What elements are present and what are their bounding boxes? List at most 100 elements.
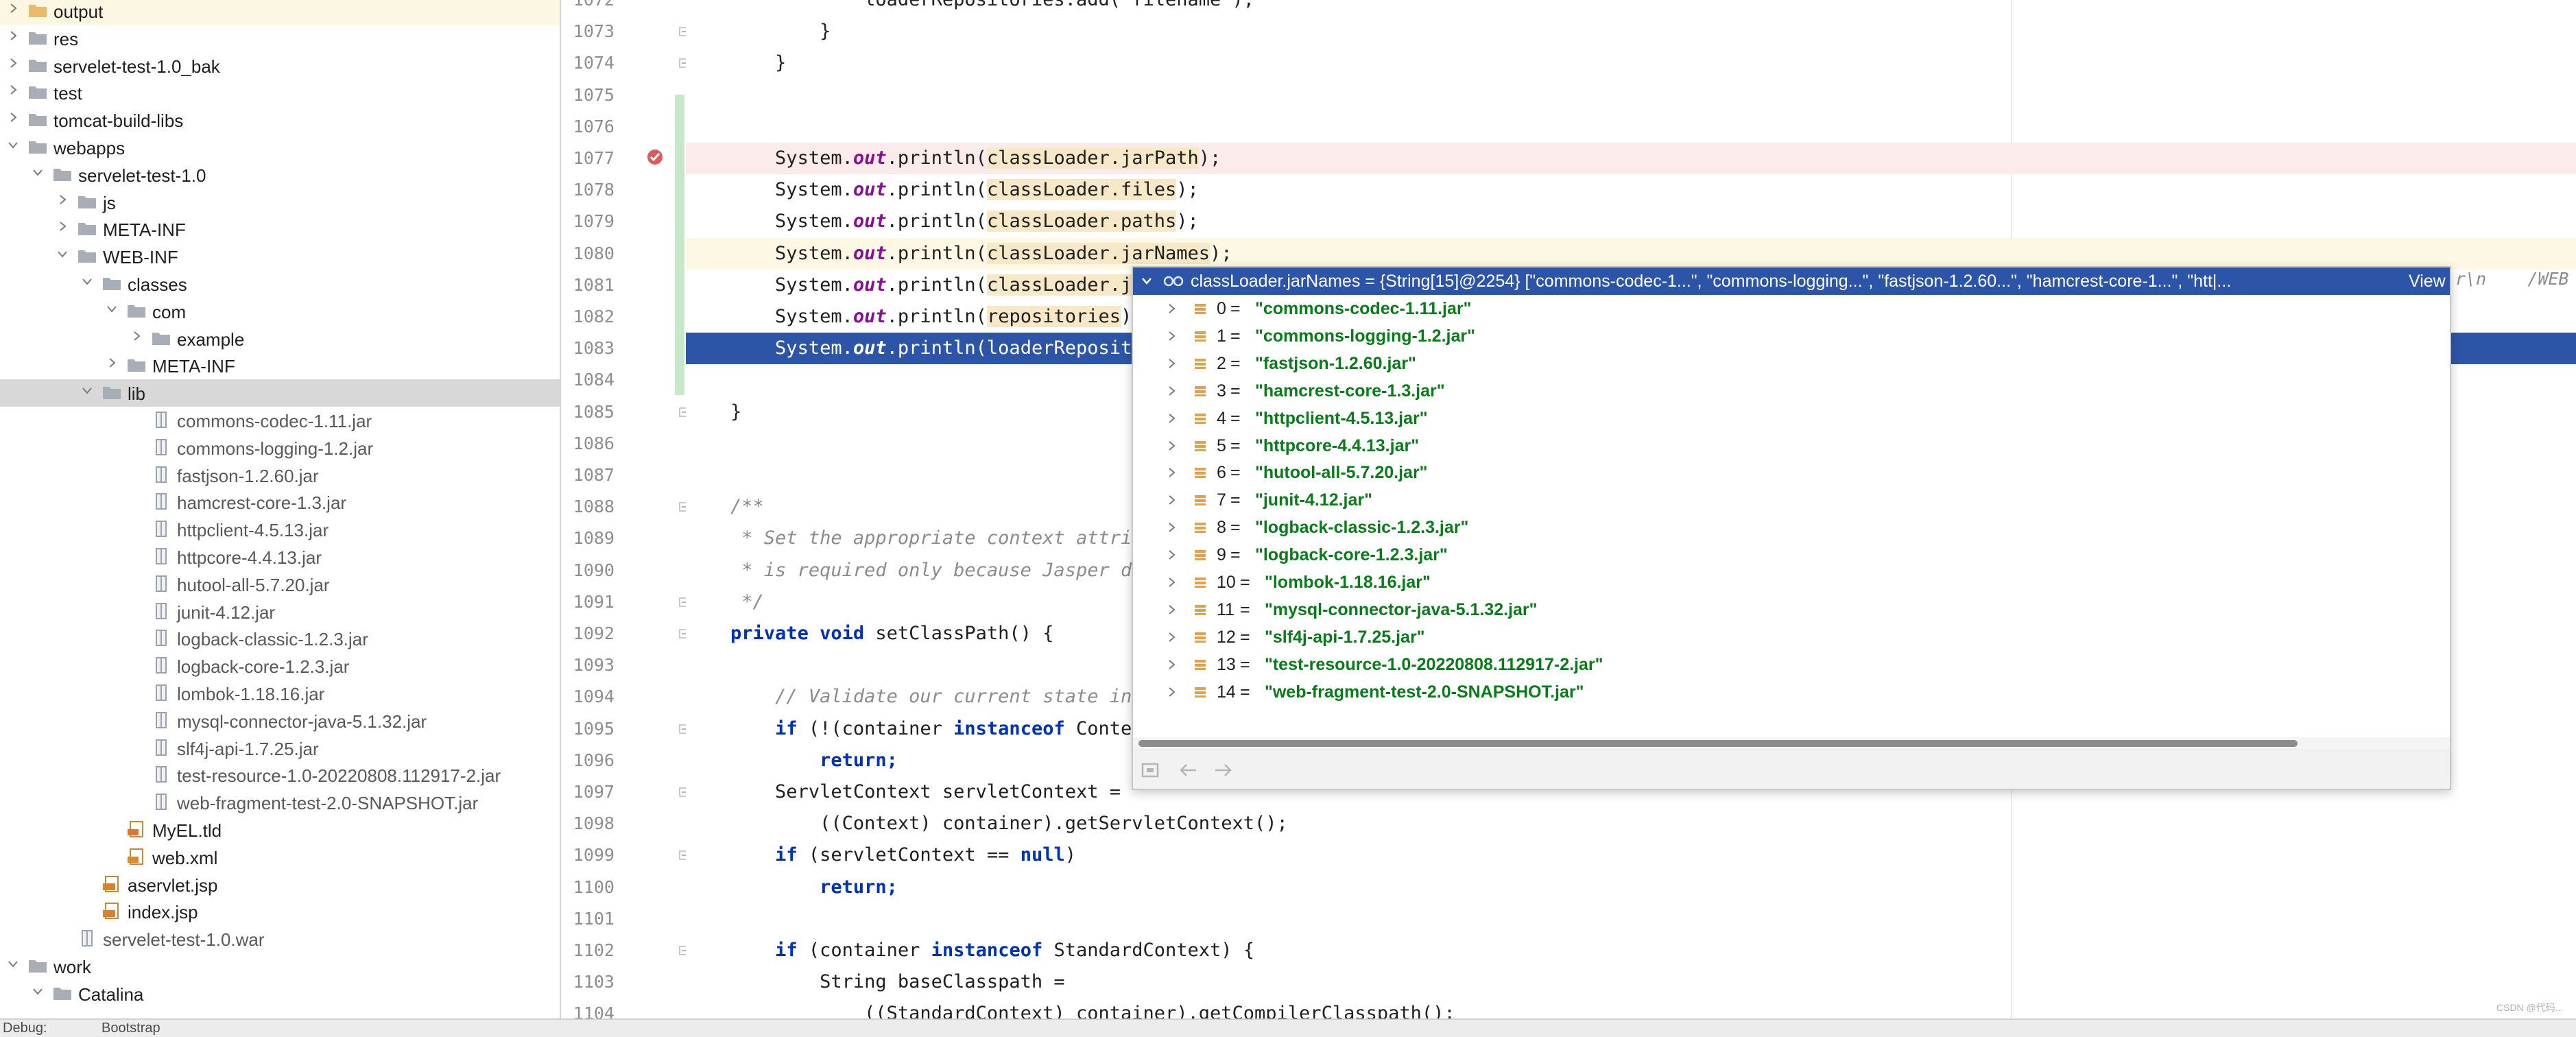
line-number[interactable]: 1095 bbox=[561, 713, 615, 745]
debug-value-popup[interactable]: classLoader.jarNames = {String[15]@2254}… bbox=[1132, 266, 2451, 790]
line-number[interactable]: 1089 bbox=[561, 523, 615, 554]
tree-item[interactable]: web-fragment-test-2.0-SNAPSHOT.jar bbox=[0, 789, 560, 816]
tree-item[interactable]: mysql-connector-java-5.1.32.jar bbox=[0, 707, 560, 735]
line-number[interactable]: 1072 bbox=[561, 0, 615, 16]
tree-item[interactable]: hutool-all-5.7.20.jar bbox=[0, 571, 560, 598]
tree-item[interactable]: commons-codec-1.11.jar bbox=[0, 407, 560, 434]
tree-item[interactable]: META-INF bbox=[0, 352, 560, 379]
array-element-row[interactable]: 11 = "mysql-connector-java-5.1.32.jar" bbox=[1133, 596, 2450, 623]
line-number[interactable]: 1077 bbox=[561, 143, 615, 174]
breakpoint-icon[interactable] bbox=[646, 148, 664, 166]
code-line[interactable]: System.out.println(classLoader.files); bbox=[686, 174, 2576, 206]
chevron-right-icon[interactable] bbox=[1167, 495, 1176, 505]
tree-item[interactable]: com bbox=[0, 298, 560, 325]
array-element-row[interactable]: 14 = "web-fragment-test-2.0-SNAPSHOT.jar… bbox=[1133, 678, 2450, 706]
line-number[interactable]: 1097 bbox=[561, 776, 615, 808]
code-line[interactable]: if (servletContext == null) bbox=[686, 839, 2576, 871]
tree-item[interactable]: lombok-1.18.16.jar bbox=[0, 680, 560, 707]
chevron-right-icon[interactable] bbox=[1167, 468, 1176, 478]
tree-item[interactable]: lib bbox=[0, 379, 560, 407]
code-line[interactable] bbox=[686, 903, 2576, 935]
line-number[interactable]: 1100 bbox=[561, 872, 615, 903]
chevron-right-icon[interactable] bbox=[8, 112, 18, 122]
chevron-right-icon[interactable] bbox=[8, 58, 18, 68]
array-element-row[interactable]: 13 = "test-resource-1.0-20220808.112917-… bbox=[1133, 651, 2450, 678]
line-number[interactable]: 1082 bbox=[561, 301, 615, 333]
chevron-right-icon[interactable] bbox=[8, 31, 18, 40]
chevron-right-icon[interactable] bbox=[1167, 577, 1176, 587]
line-number[interactable]: 1101 bbox=[561, 903, 615, 935]
line-number[interactable]: 1099 bbox=[561, 839, 615, 871]
breakpoint-line[interactable]: System.out.println(classLoader.jarPath); bbox=[686, 143, 2576, 174]
array-element-row[interactable]: 10 = "lombok-1.18.16.jar" bbox=[1133, 569, 2450, 596]
code-line[interactable]: ((Context) container).getServletContext(… bbox=[686, 808, 2576, 839]
array-element-row[interactable]: 9 = "logback-core-1.2.3.jar" bbox=[1133, 541, 2450, 569]
debug-label[interactable]: Debug: bbox=[3, 1021, 47, 1036]
line-number[interactable]: 1076 bbox=[561, 111, 615, 143]
line-number[interactable]: 1079 bbox=[561, 206, 615, 237]
tree-item[interactable]: test-resource-1.0-20220808.112917-2.jar bbox=[0, 761, 560, 789]
tree-item[interactable]: WEB-INF bbox=[0, 243, 560, 270]
code-line[interactable]: return; bbox=[686, 872, 2576, 903]
tree-item[interactable]: META-INF bbox=[0, 215, 560, 243]
chevron-right-icon[interactable] bbox=[1167, 359, 1176, 368]
line-number[interactable]: 1094 bbox=[561, 681, 615, 713]
code-line[interactable]: } bbox=[686, 16, 2576, 47]
tree-item[interactable]: res bbox=[0, 25, 560, 52]
tree-item[interactable]: work bbox=[0, 953, 560, 980]
chevron-down-icon[interactable] bbox=[58, 249, 67, 259]
line-number[interactable]: 1085 bbox=[561, 396, 615, 428]
chevron-right-icon[interactable] bbox=[8, 3, 18, 13]
chevron-right-icon[interactable] bbox=[58, 194, 67, 204]
line-number[interactable]: 1083 bbox=[561, 333, 615, 364]
forward-arrow-icon[interactable] bbox=[1213, 763, 1233, 778]
chevron-down-icon[interactable] bbox=[1141, 276, 1152, 286]
code-line[interactable]: loaderRepositories.add("filename"); bbox=[686, 0, 2576, 16]
code-line[interactable]: } bbox=[686, 47, 2576, 79]
tree-item[interactable]: fastjson-1.2.60.jar bbox=[0, 462, 560, 489]
tree-item[interactable]: tomcat-build-libs bbox=[0, 106, 560, 134]
popup-header[interactable]: classLoader.jarNames = {String[15]@2254}… bbox=[1133, 267, 2450, 295]
tree-item[interactable]: webapps bbox=[0, 134, 560, 161]
tree-item[interactable]: hamcrest-core-1.3.jar bbox=[0, 488, 560, 516]
tree-item[interactable]: output bbox=[0, 0, 560, 25]
tree-item[interactable]: Catalina bbox=[0, 980, 560, 1008]
chevron-down-icon[interactable] bbox=[33, 167, 43, 177]
tree-item[interactable]: web.xml bbox=[0, 844, 560, 871]
line-number[interactable]: 1092 bbox=[561, 618, 615, 649]
code-line[interactable]: if (container instanceof StandardContext… bbox=[686, 935, 2576, 966]
chevron-right-icon[interactable] bbox=[1167, 632, 1176, 642]
chevron-down-icon[interactable] bbox=[33, 986, 43, 996]
code-line[interactable]: System.out.println(classLoader.paths); bbox=[686, 206, 2576, 237]
chevron-right-icon[interactable] bbox=[1167, 304, 1176, 313]
chevron-down-icon[interactable] bbox=[8, 959, 18, 968]
tree-item[interactable]: example bbox=[0, 325, 560, 353]
back-arrow-icon[interactable] bbox=[1178, 763, 1199, 778]
line-number[interactable]: 1090 bbox=[561, 555, 615, 586]
line-number[interactable]: 1074 bbox=[561, 47, 615, 79]
line-number[interactable]: 1073 bbox=[561, 16, 615, 47]
line-number[interactable]: 1086 bbox=[561, 428, 615, 460]
array-element-row[interactable]: 6 = "hutool-all-5.7.20.jar" bbox=[1133, 459, 2450, 486]
array-element-row[interactable]: 4 = "httpclient-4.5.13.jar" bbox=[1133, 405, 2450, 432]
line-number[interactable]: 1080 bbox=[561, 238, 615, 270]
chevron-right-icon[interactable] bbox=[1167, 385, 1176, 396]
line-number[interactable]: 1103 bbox=[561, 966, 615, 998]
line-number[interactable]: 1078 bbox=[561, 174, 615, 206]
code-line[interactable]: System.out.println(classLoader.jarNames)… bbox=[686, 237, 2576, 270]
chevron-right-icon[interactable] bbox=[132, 331, 141, 341]
line-number[interactable]: 1098 bbox=[561, 808, 615, 839]
array-element-row[interactable]: 1 = "commons-logging-1.2.jar" bbox=[1133, 322, 2450, 350]
chevron-right-icon[interactable] bbox=[107, 358, 117, 368]
chevron-down-icon[interactable] bbox=[82, 276, 92, 286]
chevron-down-icon[interactable] bbox=[82, 385, 92, 395]
tree-item[interactable]: servelet-test-1.0_bak bbox=[0, 52, 560, 80]
chevron-down-icon[interactable] bbox=[107, 304, 117, 313]
array-element-row[interactable]: 12 = "slf4j-api-1.7.25.jar" bbox=[1133, 623, 2450, 651]
line-number[interactable]: 1084 bbox=[561, 364, 615, 396]
line-number[interactable]: 1093 bbox=[561, 649, 615, 681]
horizontal-scrollbar[interactable] bbox=[1133, 737, 2450, 750]
chevron-right-icon[interactable] bbox=[1167, 331, 1176, 341]
array-element-row[interactable]: 7 = "junit-4.12.jar" bbox=[1133, 486, 2450, 514]
add-to-watches-icon[interactable] bbox=[1141, 761, 1162, 779]
